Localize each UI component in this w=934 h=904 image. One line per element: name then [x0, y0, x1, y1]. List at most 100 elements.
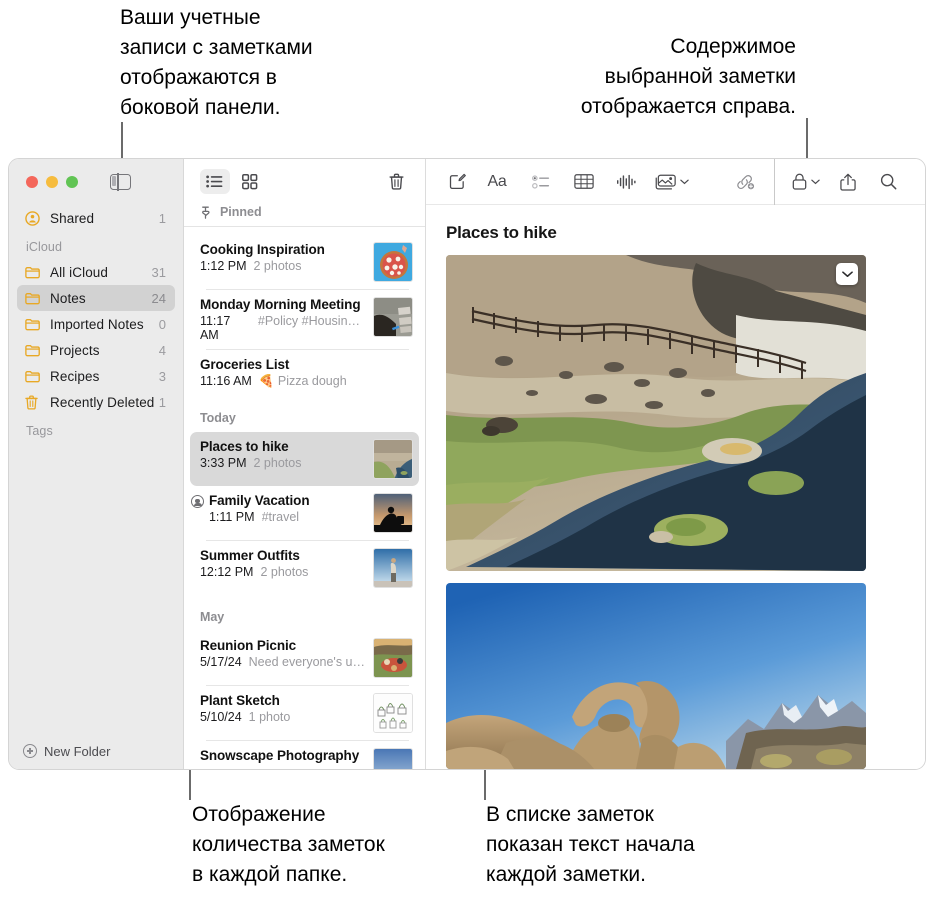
note-title: Cooking Inspiration [199, 242, 325, 257]
list-item[interactable]: Plant Sketch 5/10/24 1 photo [190, 686, 419, 740]
list-item[interactable]: Groceries List 11:16 AM 🍕 Pizza dough [190, 350, 419, 396]
sidebar-item-all-icloud[interactable]: All iCloud 31 [17, 259, 175, 285]
new-folder-button[interactable]: New Folder [9, 733, 183, 769]
notes-group-header-may: May [199, 610, 225, 624]
note-time: 11:16 AM [199, 374, 252, 388]
gallery-view-icon[interactable] [235, 169, 265, 194]
sidebar-item-shared-count: 1 [158, 210, 166, 226]
format-aa-icon[interactable]: Aa [474, 167, 520, 197]
note-photo-mobius-arch[interactable] [446, 583, 866, 769]
note-title: Summer Outfits [199, 548, 300, 563]
sidebar-item-notes-label: Notes [50, 290, 86, 306]
delete-note-trash-icon[interactable] [381, 169, 411, 194]
note-snippet: #travel [261, 510, 300, 524]
note-time: 1:11 PM [208, 510, 255, 524]
note-title: Groceries List [199, 357, 290, 372]
list-item[interactable]: Summer Outfits 12:12 PM 2 photos [190, 541, 419, 595]
note-thumbnail [373, 693, 413, 733]
callout-counts-text: Отображение количества заметок в каждой … [192, 803, 385, 886]
sidebar-item-recently-deleted[interactable]: Recently Deleted 1 [17, 389, 175, 415]
sidebar-item-imported-notes-label: Imported Notes [50, 316, 144, 332]
note-thumbnail [373, 439, 413, 479]
note-thumbnail [373, 493, 413, 533]
checklist-icon[interactable] [520, 167, 562, 197]
sidebar-section-tags: Tags [26, 424, 53, 438]
list-item[interactable]: Cooking Inspiration 1:12 PM 2 photos [190, 235, 419, 289]
shared-note-icon [190, 495, 204, 508]
sidebar-item-all-icloud-count: 31 [151, 264, 166, 280]
sidebar-item-notes[interactable]: Notes 24 [17, 285, 175, 311]
list-item[interactable]: Snowscape Photography [190, 741, 419, 769]
sidebar-item-imported-notes-count: 0 [158, 316, 166, 332]
search-icon[interactable] [869, 167, 907, 197]
window-titlebar [9, 159, 183, 205]
callout-sidebar-text: Ваши учетные записи с заметками отобража… [120, 6, 313, 119]
sidebar-toggle-icon[interactable] [110, 173, 131, 191]
callout-content-text: Содержимое выбранной заметки отображаетс… [580, 35, 796, 118]
list-item[interactable]: Family Vacation 1:11 PM #travel [190, 486, 419, 540]
list-item[interactable]: Reunion Picnic 5/17/24 Need everyone's u… [190, 631, 419, 685]
sidebar-item-shared-label: Shared [50, 210, 95, 226]
note-title: Family Vacation [208, 493, 310, 508]
add-link-icon[interactable] [726, 167, 764, 197]
note-thumbnail [373, 297, 413, 337]
sidebar-item-imported-notes[interactable]: Imported Notes 0 [17, 311, 175, 337]
note-snippet: 2 photos [253, 259, 302, 273]
note-title: Monday Morning Meeting [199, 297, 361, 312]
note-time: 11:17 AM [199, 314, 231, 342]
photo-options-chevron-down-icon[interactable] [836, 263, 858, 285]
pinned-section-header: Pinned [183, 205, 425, 227]
list-item[interactable]: Monday Morning Meeting 11:17 AM #Policy … [190, 290, 419, 349]
lock-chevron-down-icon[interactable] [811, 179, 820, 185]
sidebar-item-recipes[interactable]: Recipes 3 [17, 363, 175, 389]
audio-waveform-icon[interactable] [606, 167, 648, 197]
lock-icon[interactable] [785, 167, 827, 197]
note-snippet: #Policy #Housing… [257, 314, 365, 328]
note-title: Places to hike [199, 439, 289, 454]
sidebar-item-shared[interactable]: Shared 1 [17, 205, 175, 231]
table-icon[interactable] [562, 167, 606, 197]
share-icon[interactable] [827, 167, 869, 197]
notes-app-window: Shared 1 iCloud All iCloud 31 Notes 24 I… [8, 158, 926, 770]
sidebar-item-recently-deleted-label: Recently Deleted [50, 394, 155, 410]
close-button[interactable] [26, 176, 38, 188]
note-thumbnail [373, 242, 413, 282]
note-snippet: 1 photo [248, 710, 291, 724]
note-content-pane: Aa Places to hike [426, 159, 925, 769]
note-snippet: 2 photos [260, 565, 309, 579]
sidebar-list: Shared 1 iCloud All iCloud 31 Notes 24 I… [9, 205, 183, 733]
sidebar-section-icloud: iCloud [26, 240, 63, 254]
screenshot-root: Ваши учетные записи с заметками отобража… [0, 0, 934, 904]
media-chevron-down-icon[interactable] [680, 179, 689, 185]
list-view-icon[interactable] [199, 169, 230, 194]
note-snippet: Need everyone's u… [248, 655, 365, 669]
folder-icon [25, 370, 45, 383]
note-detail-body[interactable] [426, 255, 925, 769]
note-title: Reunion Picnic [199, 638, 297, 653]
sidebar-item-recently-deleted-count: 1 [158, 394, 166, 410]
note-photo-hot-creek[interactable] [446, 255, 866, 571]
folder-icon [25, 292, 45, 305]
sidebar: Shared 1 iCloud All iCloud 31 Notes 24 I… [9, 159, 184, 769]
sidebar-item-notes-count: 24 [151, 290, 166, 306]
notes-group-header-today: Today [199, 411, 236, 425]
note-title: Snowscape Photography [199, 748, 360, 763]
folder-icon [25, 266, 45, 279]
note-toolbar: Aa [426, 159, 925, 205]
media-icon[interactable] [648, 167, 696, 197]
note-time: 1:12 PM [199, 259, 247, 273]
note-title: Plant Sketch [199, 693, 280, 708]
notes-list-scroll[interactable]: Cooking Inspiration 1:12 PM 2 photos Mon… [184, 227, 425, 769]
minimize-button[interactable] [46, 176, 58, 188]
list-item[interactable]: Places to hike 3:33 PM 2 photos [189, 432, 419, 486]
zoom-button[interactable] [66, 176, 78, 188]
compose-icon[interactable] [440, 167, 474, 197]
note-snippet: 2 photos [253, 456, 302, 470]
sidebar-item-projects[interactable]: Projects 4 [17, 337, 175, 363]
traffic-lights [26, 176, 78, 188]
folder-icon [25, 344, 45, 357]
folder-icon [25, 318, 45, 331]
sidebar-item-recipes-label: Recipes [50, 368, 100, 384]
note-thumbnail [373, 748, 413, 769]
pin-icon [200, 206, 211, 219]
